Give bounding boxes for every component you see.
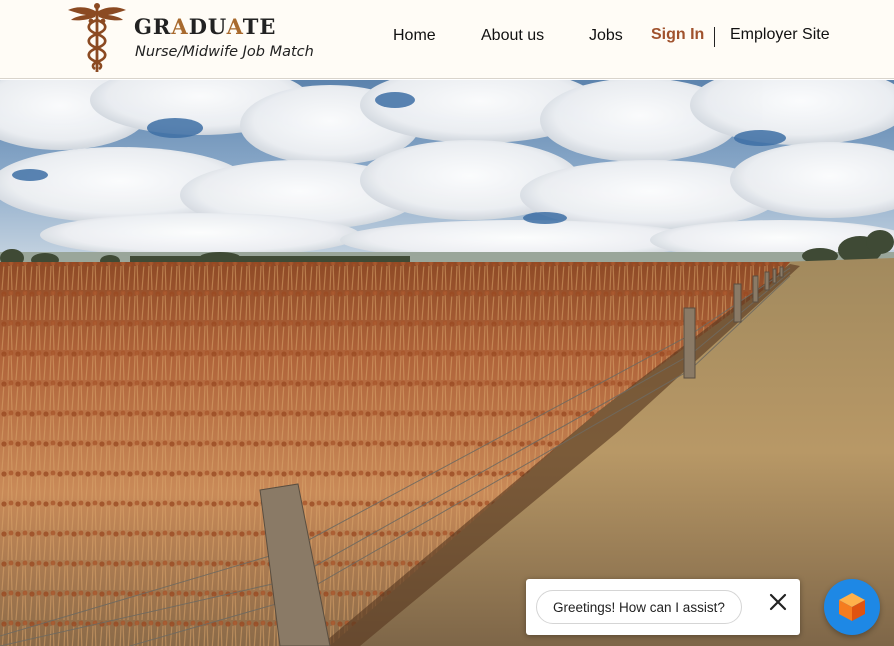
brand-title-accent: A xyxy=(171,14,189,39)
sign-in-link[interactable]: Sign In xyxy=(651,26,704,44)
brand-subtitle: Nurse/Midwife Job Match xyxy=(135,44,314,60)
brand-title: GRADUATE xyxy=(134,14,276,39)
nav-home-link[interactable]: Home xyxy=(393,27,436,45)
brand-title-part: TE xyxy=(242,14,277,39)
page: GRADUATE Nurse/Midwife Job Match Home Ab… xyxy=(0,0,894,646)
caduceus-icon xyxy=(68,3,126,72)
logo[interactable]: GRADUATE Nurse/Midwife Job Match xyxy=(66,2,336,74)
employer-site-link[interactable]: Employer Site xyxy=(730,26,830,44)
chat-popup: Greetings! How can I assist? xyxy=(526,579,800,635)
chat-launcher-button[interactable] xyxy=(824,579,880,635)
brand-title-part: DU xyxy=(188,14,227,39)
brand-title-accent: A xyxy=(226,14,243,39)
rural-sorghum-field-photo xyxy=(0,80,894,646)
nav-jobs-link[interactable]: Jobs xyxy=(589,27,623,45)
close-icon[interactable] xyxy=(768,592,788,612)
site-header: GRADUATE Nurse/Midwife Job Match Home Ab… xyxy=(0,0,894,79)
hero-image xyxy=(0,80,894,646)
nav-divider xyxy=(714,27,715,47)
brand-title-part: GR xyxy=(134,14,172,39)
nav-about-link[interactable]: About us xyxy=(481,27,544,45)
chat-cube-icon xyxy=(839,593,865,621)
chat-greeting-message[interactable]: Greetings! How can I assist? xyxy=(536,590,742,624)
